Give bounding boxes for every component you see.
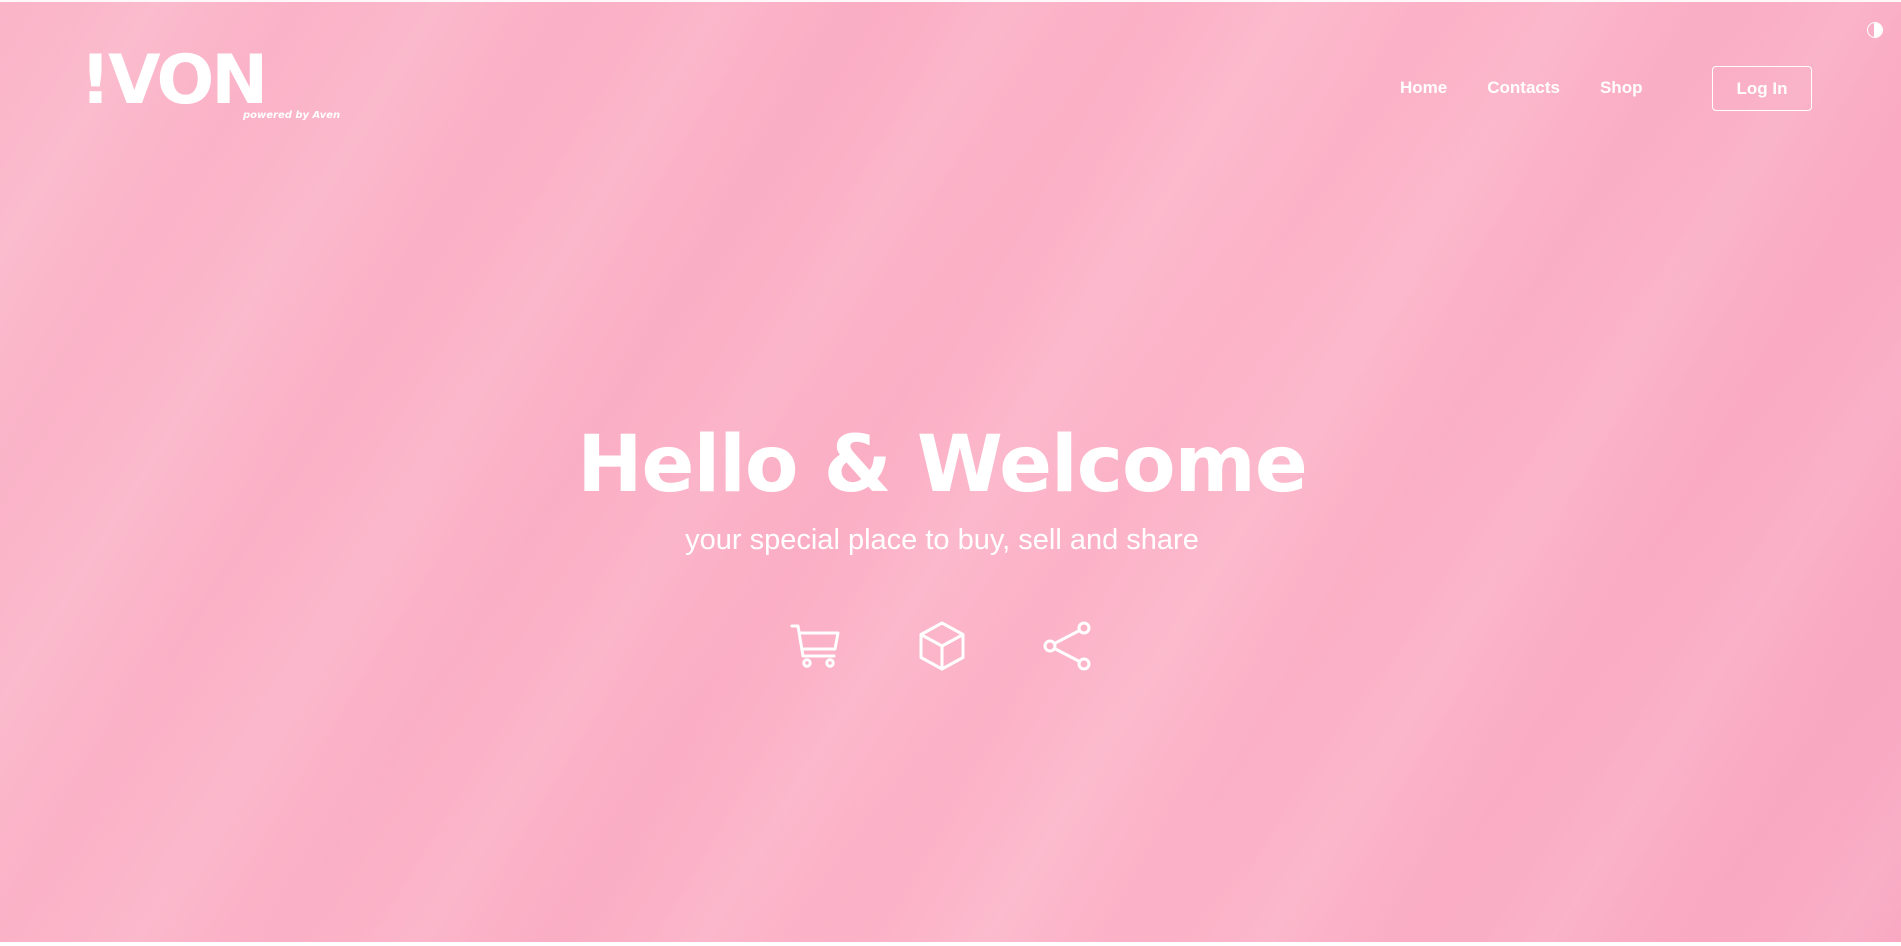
hero-title: Hello & Welcome [577, 420, 1307, 510]
main-nav: Home Contacts Shop [1400, 66, 1682, 110]
box-icon[interactable] [916, 620, 968, 672]
hero-subtitle: your special place to buy, sell and shar… [685, 524, 1199, 556]
cart-icon[interactable] [790, 620, 842, 672]
top-border [0, 0, 1901, 2]
nav-link-contacts[interactable]: Contacts [1487, 78, 1560, 98]
nav-link-shop[interactable]: Shop [1600, 78, 1643, 98]
logo-tagline: powered by Aven [243, 110, 341, 121]
bottom-border [0, 942, 1901, 946]
hero-icon-row [0, 620, 1884, 672]
logo-text: !VON [80, 41, 268, 120]
share-icon[interactable] [1042, 620, 1094, 672]
contrast-icon[interactable] [1867, 22, 1883, 38]
login-button[interactable]: Log In [1712, 66, 1812, 111]
hero-section: Hello & Welcome your special place to bu… [0, 420, 1884, 560]
brand-logo[interactable]: !VON powered by Aven [80, 46, 340, 126]
nav-link-home[interactable]: Home [1400, 78, 1447, 98]
